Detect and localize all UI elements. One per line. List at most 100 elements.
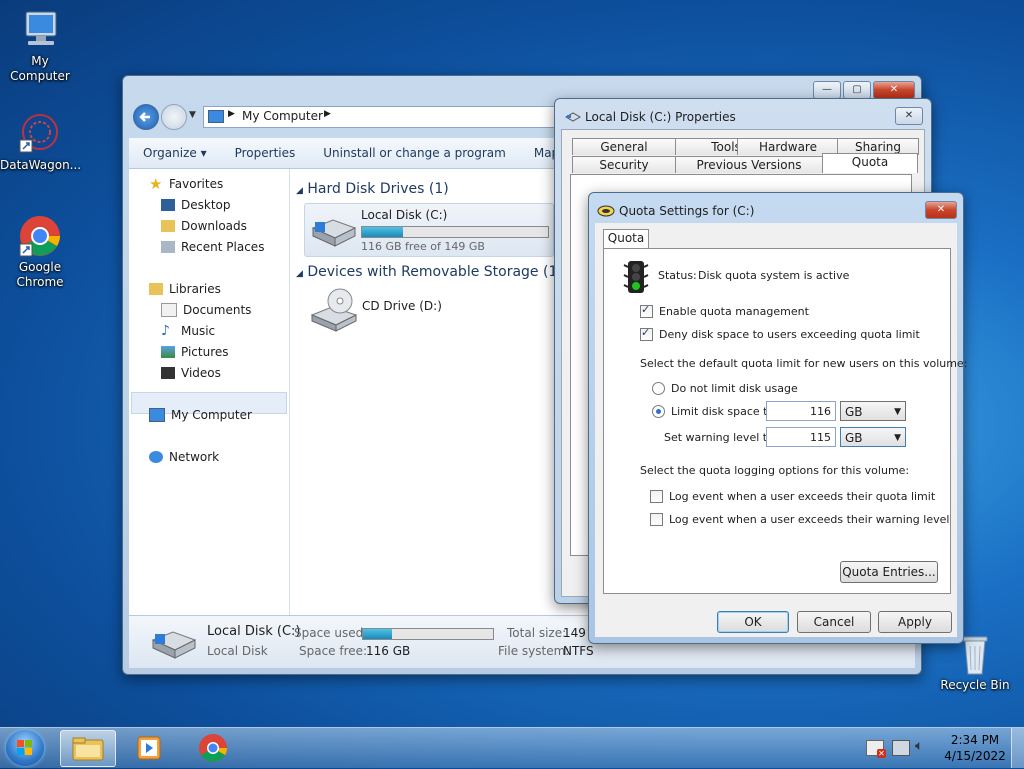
- checkbox-box: [650, 490, 663, 503]
- checkbox-box: [640, 326, 653, 341]
- tab-quota[interactable]: Quota: [822, 153, 918, 173]
- local-disk-item[interactable]: Local Disk (C:) 116 GB free of 149 GB: [304, 203, 554, 257]
- minimize-button[interactable]: —: [813, 81, 841, 99]
- navigation-pane: ★ Favorites Desktop Downloads Recent Plac…: [129, 169, 290, 616]
- enable-quota-checkbox[interactable]: Enable quota management: [640, 303, 809, 318]
- clock[interactable]: 2:34 PM 4/15/2022: [940, 732, 1010, 764]
- ok-button[interactable]: OK: [717, 611, 789, 633]
- limit-unit-select[interactable]: GB: [840, 401, 906, 422]
- nav-documents[interactable]: Documents: [161, 301, 251, 319]
- no-limit-radio[interactable]: Do not limit disk usage: [652, 382, 798, 395]
- computer-small-icon: [208, 110, 224, 123]
- total-size-label: Total size:: [507, 626, 567, 640]
- quota-entries-button[interactable]: Quota Entries...: [840, 561, 938, 583]
- group-hard-disk-drives[interactable]: ◢ Hard Disk Drives (1): [296, 181, 449, 197]
- nav-favorites[interactable]: ★ Favorites: [149, 175, 223, 193]
- tab-security[interactable]: Security: [572, 156, 676, 173]
- quota-title: Quota Settings for (C:): [619, 204, 755, 218]
- clock-date: 4/15/2022: [944, 749, 1006, 763]
- checkbox-label: Enable quota management: [659, 305, 809, 318]
- libraries-icon: [149, 283, 163, 295]
- nav-network[interactable]: Network: [149, 448, 219, 466]
- videos-icon: [161, 367, 175, 379]
- nav-label: My Computer: [171, 408, 252, 422]
- nav-my-computer[interactable]: My Computer: [149, 406, 252, 424]
- nav-libraries[interactable]: Libraries: [149, 280, 221, 298]
- warning-value-input[interactable]: 115: [766, 427, 836, 447]
- volume-icon[interactable]: 🔈︎: [915, 738, 923, 754]
- properties-close-button[interactable]: ✕: [895, 107, 923, 125]
- logging-label: Select the quota logging options for thi…: [640, 464, 910, 477]
- limit-space-radio[interactable]: Limit disk space to: [652, 405, 774, 418]
- taskbar-explorer-button[interactable]: [60, 730, 116, 767]
- nav-label: Videos: [181, 366, 221, 380]
- checkbox-label: Log event when a user exceeds their quot…: [669, 490, 936, 503]
- desktop-icon-datawagon[interactable]: DataWagon...: [0, 112, 81, 173]
- quota-close-button[interactable]: ✕: [925, 201, 957, 219]
- quota-tab[interactable]: Quota: [603, 229, 649, 249]
- desktop-icon-label: My Computer: [10, 54, 70, 83]
- computer-icon: [149, 408, 165, 422]
- downloads-folder-icon: [161, 220, 175, 232]
- star-icon: ★: [149, 175, 163, 193]
- start-button[interactable]: [6, 730, 44, 766]
- breadcrumb-my-computer[interactable]: My Computer: [242, 109, 323, 123]
- drive-small-icon: [565, 112, 581, 122]
- maximize-button[interactable]: ▢: [843, 81, 871, 99]
- breadcrumb-chevron-icon[interactable]: ▶: [324, 109, 331, 119]
- recent-places-icon: [161, 241, 175, 253]
- local-disk-usage-bar: [361, 226, 549, 238]
- organize-button[interactable]: Organize ▾: [129, 146, 221, 160]
- desktop-icon-label: Recycle Bin: [940, 678, 1010, 692]
- nav-music[interactable]: ♪ Music: [161, 322, 215, 340]
- details-usage-bar: [362, 628, 494, 640]
- back-button[interactable]: [133, 104, 159, 130]
- local-disk-free-text: 116 GB free of 149 GB: [361, 240, 485, 253]
- music-note-icon: ♪: [161, 323, 170, 339]
- limit-value-input[interactable]: 116: [766, 401, 836, 421]
- cd-drive-icon: [310, 288, 358, 332]
- checkbox-box: [640, 303, 653, 318]
- tab-previous-versions[interactable]: Previous Versions: [675, 156, 823, 173]
- desktop-icon-my-computer[interactable]: My Computer: [0, 8, 80, 84]
- recent-pages-chevron-icon[interactable]: ▼: [189, 110, 196, 120]
- default-limit-label: Select the default quota limit for new u…: [640, 357, 968, 370]
- nav-downloads[interactable]: Downloads: [161, 217, 247, 235]
- desktop-icon: [161, 199, 175, 211]
- nav-desktop[interactable]: Desktop: [161, 196, 231, 214]
- close-button[interactable]: ✕: [873, 81, 915, 99]
- desktop-icon-label: Google Chrome: [16, 260, 64, 289]
- chrome-icon: [16, 214, 64, 258]
- red-x-badge-icon: ✕: [877, 749, 886, 758]
- properties-title: Local Disk (C:) Properties: [585, 110, 736, 124]
- nav-pictures[interactable]: Pictures: [161, 343, 229, 361]
- taskbar: ✕ 🔈︎ 2:34 PM 4/15/2022: [0, 727, 1024, 768]
- forward-button[interactable]: [161, 104, 187, 130]
- nav-label: Pictures: [181, 345, 229, 359]
- group-removable-storage[interactable]: ◢ Devices with Removable Storage (1): [296, 264, 563, 280]
- cancel-button[interactable]: Cancel: [797, 611, 871, 633]
- taskbar-chrome-button[interactable]: [186, 730, 240, 765]
- log-warning-checkbox[interactable]: Log event when a user exceeds their warn…: [650, 513, 949, 526]
- network-tray-icon[interactable]: [892, 740, 910, 756]
- checkbox-label: Log event when a user exceeds their warn…: [669, 513, 950, 526]
- tab-general[interactable]: General: [572, 138, 676, 155]
- radio-circle: [652, 405, 665, 418]
- nav-videos[interactable]: Videos: [161, 364, 221, 382]
- warning-unit-select[interactable]: GB: [840, 427, 906, 448]
- properties-button[interactable]: Properties: [221, 146, 310, 160]
- log-limit-checkbox[interactable]: Log event when a user exceeds their quot…: [650, 490, 935, 503]
- deny-space-checkbox[interactable]: Deny disk space to users exceeding quota…: [640, 326, 920, 341]
- uninstall-button[interactable]: Uninstall or change a program: [309, 146, 520, 160]
- cd-drive-item[interactable]: CD Drive (D:): [304, 287, 544, 335]
- space-free-value: 116 GB: [366, 644, 411, 658]
- hard-drive-icon: [311, 219, 357, 247]
- action-center-icon[interactable]: ✕: [866, 740, 886, 758]
- show-desktop-button[interactable]: [1011, 728, 1024, 768]
- network-icon: [149, 451, 163, 463]
- desktop-icon-chrome[interactable]: Google Chrome: [0, 214, 80, 290]
- apply-button[interactable]: Apply: [878, 611, 952, 633]
- nav-recent-places[interactable]: Recent Places: [161, 238, 264, 256]
- taskbar-media-player-button[interactable]: [124, 730, 174, 765]
- folder-icon: [72, 737, 104, 761]
